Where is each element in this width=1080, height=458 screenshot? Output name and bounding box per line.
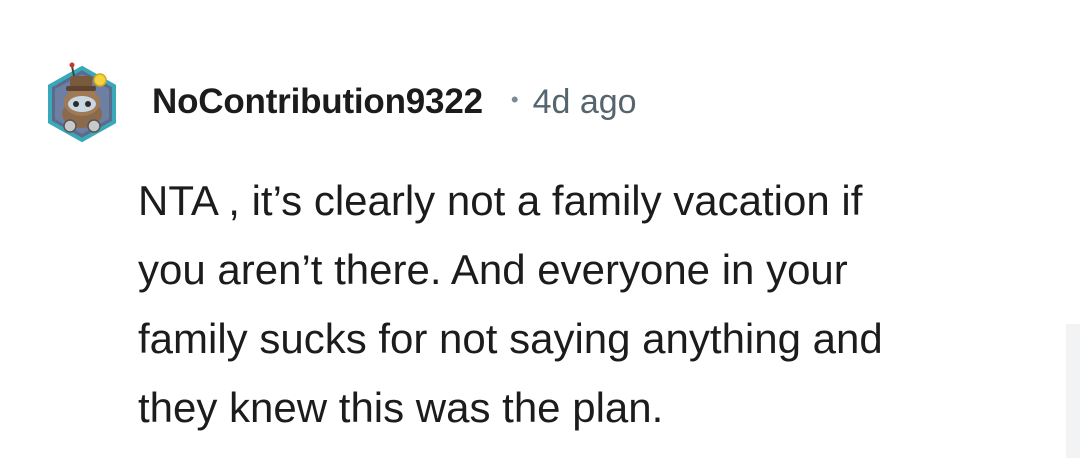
comment-body: NTA , it’s clearly not a family vacation…: [138, 166, 1038, 442]
username[interactable]: NoContribution9322: [152, 82, 483, 122]
meta-separator: •: [510, 87, 519, 112]
comment-body-line: NTA , it’s clearly not a family vacation…: [138, 177, 863, 224]
timestamp: 4d ago: [532, 82, 637, 121]
comment-header: NoContribution9322 • 4d ago: [44, 58, 637, 146]
comment-body-line: you aren’t there. And everyone in your: [138, 246, 848, 293]
comment: NoContribution9322 • 4d ago NTA , it’s c…: [0, 0, 1080, 458]
snoo-avatar-icon: [48, 62, 116, 143]
comment-body-line: family sucks for not saying anything and: [138, 315, 883, 362]
avatar[interactable]: [44, 58, 120, 146]
comment-body-line: they knew this was the plan.: [138, 384, 664, 431]
scrollbar[interactable]: [1066, 324, 1080, 458]
